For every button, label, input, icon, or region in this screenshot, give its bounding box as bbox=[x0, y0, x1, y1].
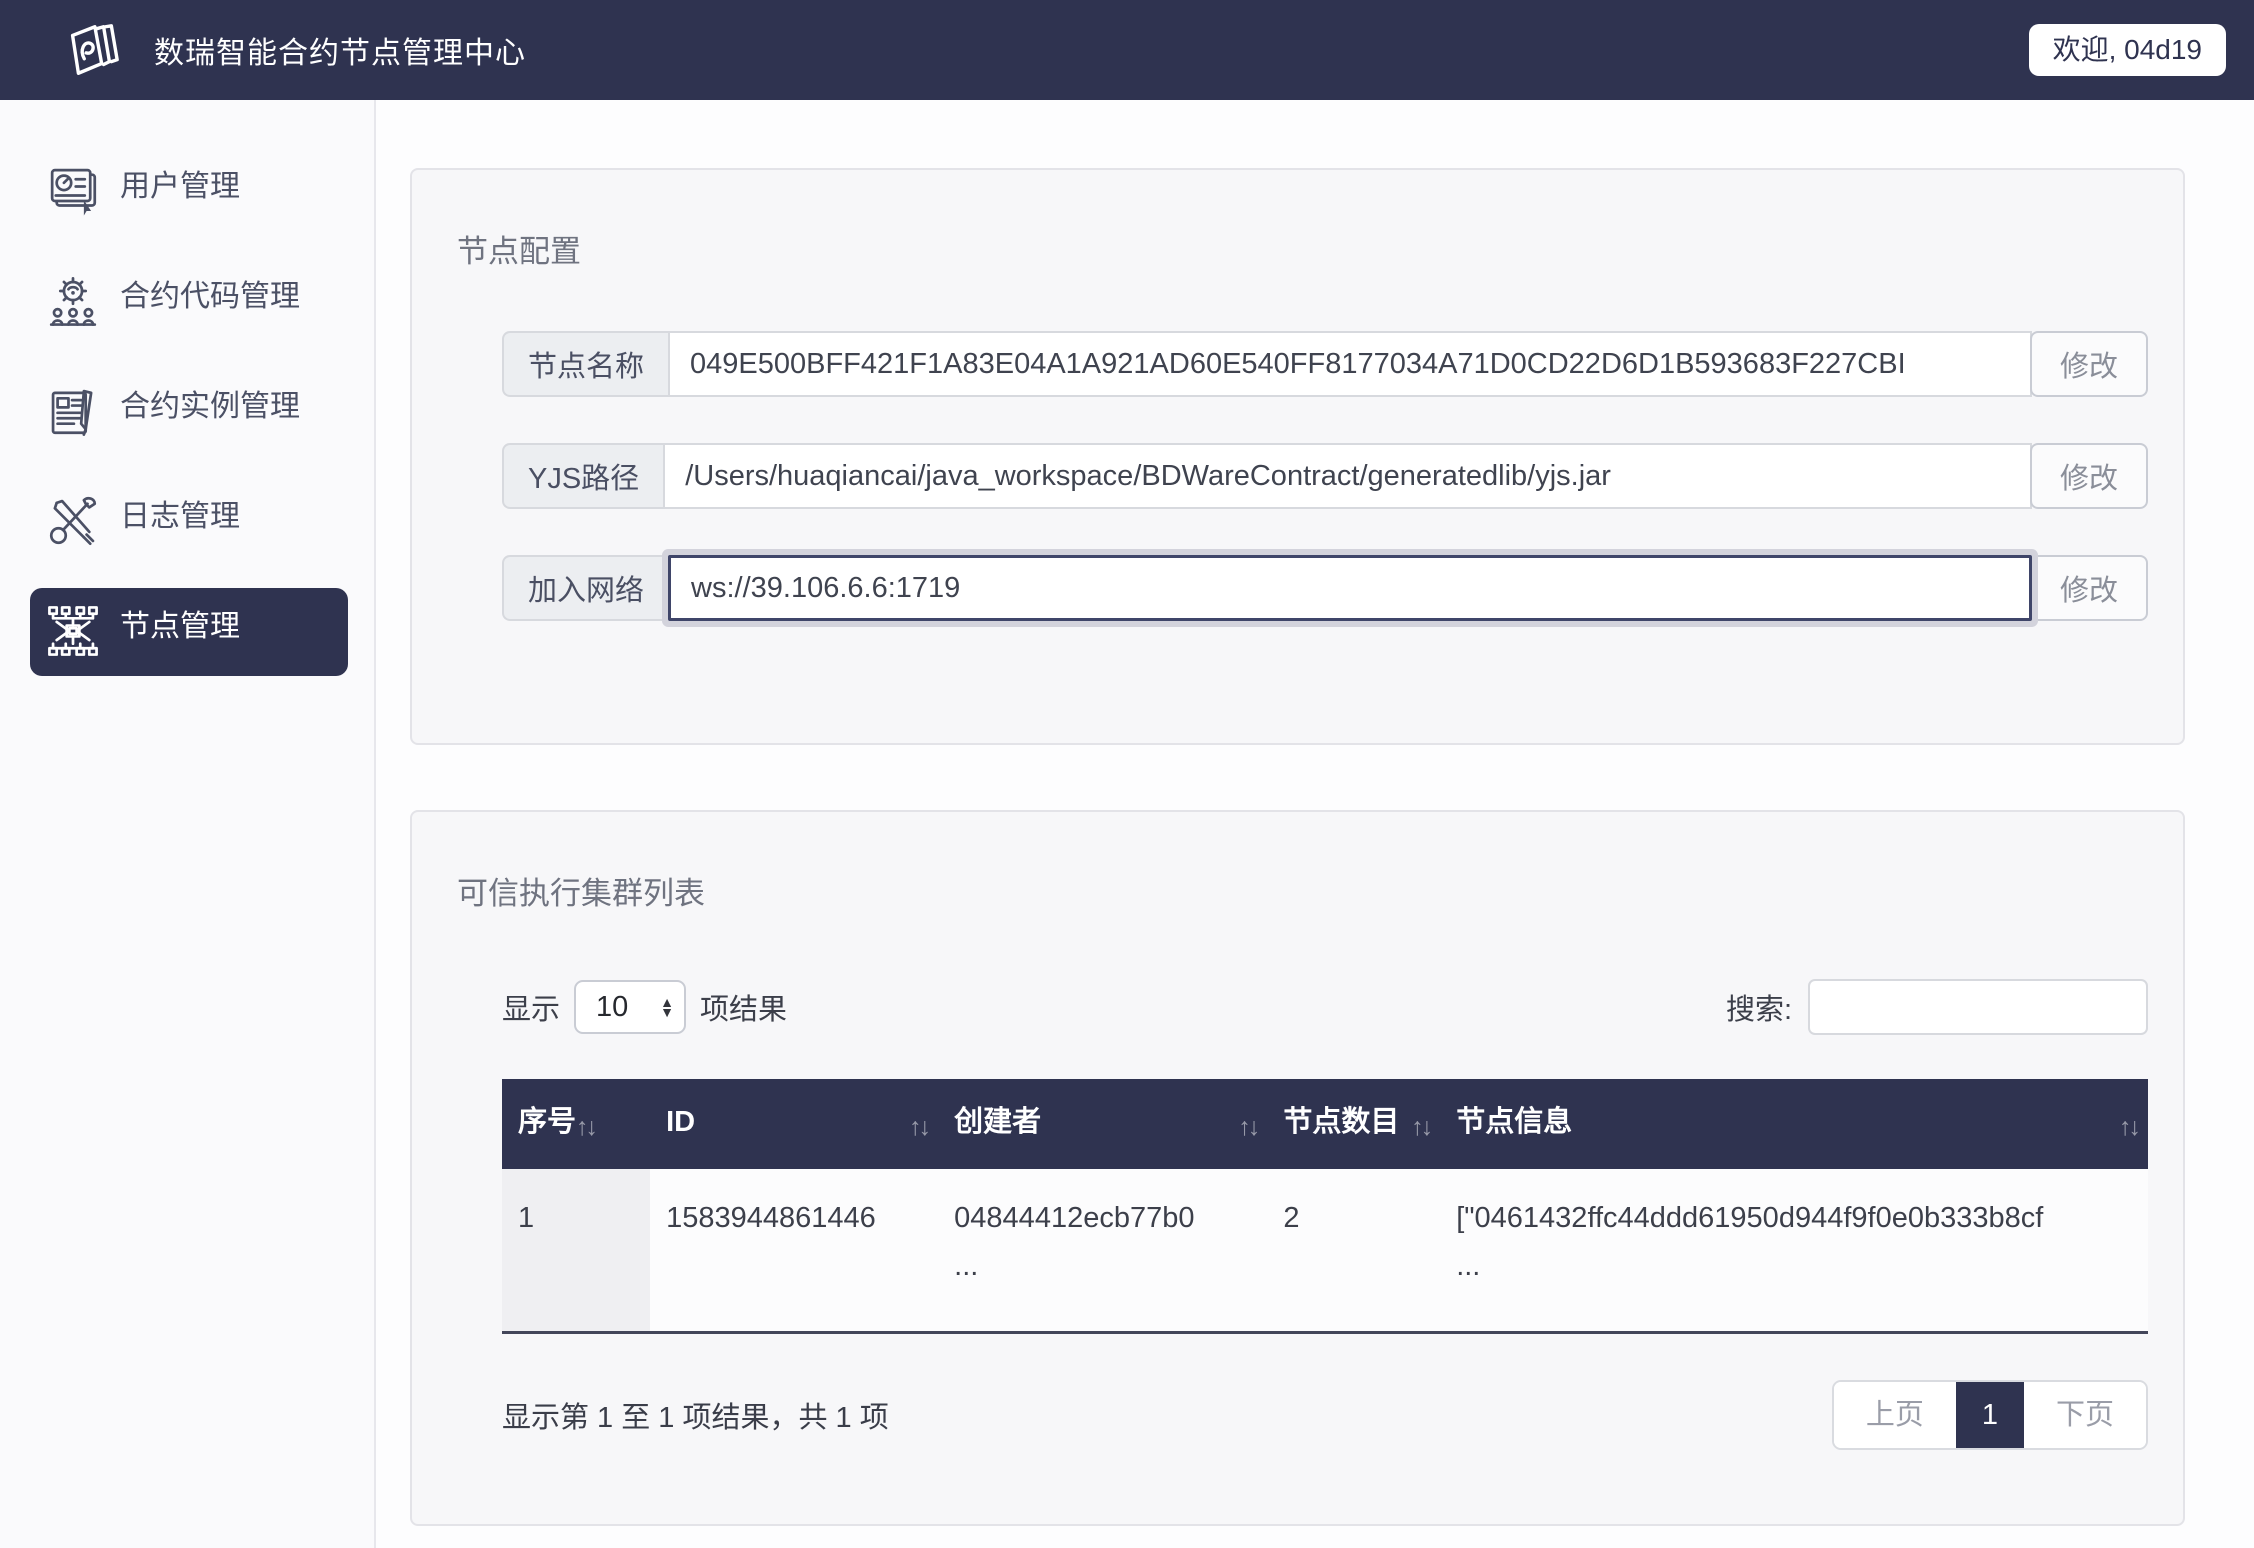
contract-code-icon bbox=[44, 272, 102, 330]
sidebar-item-label: 节点管理 bbox=[120, 604, 240, 651]
modify-node-name-button[interactable]: 修改 bbox=[2030, 331, 2148, 397]
table-row[interactable]: 1 1583944861446 04844412ecb77b0 ... 2 ["… bbox=[502, 1169, 2148, 1332]
app-logo-icon bbox=[60, 19, 122, 81]
yjs-path-row: YJS路径 修改 bbox=[502, 443, 2148, 509]
node-name-input[interactable] bbox=[668, 331, 2032, 397]
join-network-label: 加入网络 bbox=[502, 555, 668, 621]
sidebar-item-node-management[interactable]: 节点管理 bbox=[30, 588, 348, 676]
header-id[interactable]: ID ↑↓ bbox=[650, 1079, 938, 1169]
pagination: 上页 1 下页 bbox=[1832, 1380, 2148, 1450]
yjs-path-label: YJS路径 bbox=[502, 443, 663, 509]
next-page-button[interactable]: 下页 bbox=[2024, 1382, 2146, 1448]
cell-id: 1583944861446 bbox=[650, 1169, 938, 1332]
page-length-value: 10 bbox=[596, 991, 628, 1024]
cell-creator: 04844412ecb77b0 ... bbox=[938, 1169, 1267, 1332]
sort-icon: ↑↓ bbox=[909, 1109, 928, 1145]
main-content: 节点配置 节点名称 修改 YJS路径 修改 加入网络 修改 可信执行集群列表 bbox=[376, 100, 2254, 1548]
header-node-count[interactable]: 节点数目 ↑↓ bbox=[1267, 1079, 1440, 1169]
join-network-row: 加入网络 修改 bbox=[502, 555, 2148, 621]
welcome-user-button[interactable]: 欢迎, 04d19 bbox=[2029, 24, 2226, 76]
page-length-suffix: 项结果 bbox=[700, 986, 787, 1028]
cell-seq: 1 bbox=[502, 1169, 650, 1332]
node-name-row: 节点名称 修改 bbox=[502, 331, 2148, 397]
sidebar-item-contract-instance[interactable]: 合约实例管理 bbox=[30, 368, 348, 456]
sort-icon: ↑↓ bbox=[576, 1109, 595, 1145]
page-length-prefix: 显示 bbox=[502, 986, 560, 1028]
cluster-table: 序号 ↑↓ ID ↑↓ 创建者 ↑↓ 节点数目 bbox=[502, 1079, 2148, 1334]
header-seq[interactable]: 序号 ↑↓ bbox=[502, 1079, 650, 1169]
sort-icon: ↑↓ bbox=[1238, 1109, 1257, 1145]
sort-icon: ↑↓ bbox=[2119, 1109, 2138, 1145]
page-length-select[interactable]: 10 ▲ ▼ bbox=[574, 980, 686, 1034]
sort-icon: ↑↓ bbox=[1411, 1109, 1430, 1145]
results-info: 显示第 1 至 1 项结果，共 1 项 bbox=[502, 1394, 889, 1436]
search-input[interactable] bbox=[1808, 979, 2148, 1035]
sidebar-item-contract-code[interactable]: 合约代码管理 bbox=[30, 258, 348, 346]
table-footer: 显示第 1 至 1 项结果，共 1 项 上页 1 下页 bbox=[502, 1380, 2148, 1450]
modify-yjs-path-button[interactable]: 修改 bbox=[2030, 443, 2148, 509]
sidebar-item-user-management[interactable]: 用户管理 bbox=[30, 148, 348, 236]
log-management-icon bbox=[44, 492, 102, 550]
modify-join-network-button[interactable]: 修改 bbox=[2030, 555, 2148, 621]
yjs-path-input[interactable] bbox=[663, 443, 2032, 509]
cell-node-count: 2 bbox=[1267, 1169, 1440, 1332]
header-creator[interactable]: 创建者 ↑↓ bbox=[938, 1079, 1267, 1169]
sidebar-item-label: 合约实例管理 bbox=[120, 384, 300, 431]
contract-instance-icon bbox=[44, 382, 102, 440]
join-network-input[interactable] bbox=[668, 555, 2032, 621]
cell-node-info: ["0461432ffc44ddd61950d944f9f0e0b333b8cf… bbox=[1440, 1169, 2148, 1332]
top-navbar: 数瑞智能合约节点管理中心 欢迎, 04d19 bbox=[0, 0, 2254, 100]
node-config-title: 节点配置 bbox=[457, 226, 2148, 271]
sidebar-nav: 用户管理 合约代码管理 合约实例管理 bbox=[0, 100, 376, 1548]
header-node-info[interactable]: 节点信息 ↑↓ bbox=[1440, 1079, 2148, 1169]
sidebar-item-log-management[interactable]: 日志管理 bbox=[30, 478, 348, 566]
app-title: 数瑞智能合约节点管理中心 bbox=[154, 28, 526, 72]
sidebar-item-label: 用户管理 bbox=[120, 164, 240, 211]
page-1-button[interactable]: 1 bbox=[1956, 1382, 2024, 1448]
table-header-row: 序号 ↑↓ ID ↑↓ 创建者 ↑↓ 节点数目 bbox=[502, 1079, 2148, 1169]
search-label: 搜索: bbox=[1726, 986, 1792, 1028]
sidebar-item-label: 日志管理 bbox=[120, 494, 240, 541]
node-name-label: 节点名称 bbox=[502, 331, 668, 397]
node-config-panel: 节点配置 节点名称 修改 YJS路径 修改 加入网络 修改 bbox=[410, 168, 2185, 745]
sidebar-item-label: 合约代码管理 bbox=[120, 274, 300, 321]
user-management-icon bbox=[44, 162, 102, 220]
select-arrows-icon: ▲ ▼ bbox=[660, 997, 674, 1018]
table-controls: 显示 10 ▲ ▼ 项结果 搜索: bbox=[502, 979, 2148, 1035]
cluster-list-title: 可信执行集群列表 bbox=[457, 868, 2148, 913]
prev-page-button[interactable]: 上页 bbox=[1834, 1382, 1956, 1448]
cluster-list-panel: 可信执行集群列表 显示 10 ▲ ▼ 项结果 搜索: bbox=[410, 810, 2185, 1526]
node-management-icon bbox=[44, 602, 102, 660]
